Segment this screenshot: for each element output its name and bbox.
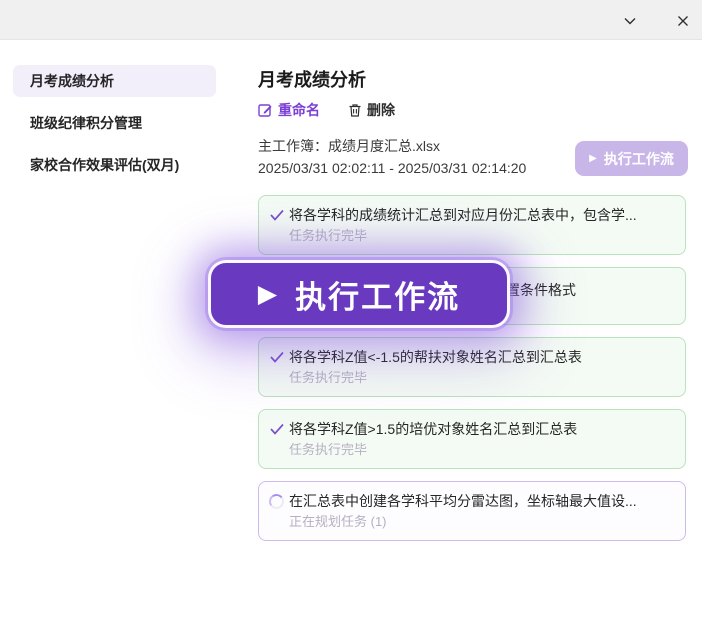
sidebar-item-class-discipline-points[interactable]: 班级纪律积分管理 xyxy=(13,107,216,139)
sidebar-item-home-school-evaluation[interactable]: 家校合作效果评估(双月) xyxy=(13,149,216,181)
spinner-icon xyxy=(264,491,289,509)
task-status: 任务执行完毕 xyxy=(289,227,673,245)
play-icon: ▶ xyxy=(258,279,277,309)
check-icon xyxy=(264,347,289,364)
task-card-4[interactable]: 将各学科Z值>1.5的培优对象姓名汇总到汇总表 任务执行完毕 xyxy=(258,409,686,469)
task-status: 任务执行完毕 xyxy=(289,369,673,387)
task-card-3[interactable]: 将各学科Z值<-1.5的帮扶对象姓名汇总到汇总表 任务执行完毕 xyxy=(258,337,686,397)
run-workflow-button[interactable]: ▶ 执行工作流 xyxy=(575,141,688,176)
close-button[interactable] xyxy=(668,6,698,36)
task-status: 任务执行完毕 xyxy=(289,441,673,459)
sidebar-item-label: 班级纪律积分管理 xyxy=(30,113,142,133)
chevron-down-icon xyxy=(622,13,638,29)
edit-icon xyxy=(258,103,273,118)
task-list: 将各学科的成绩统计汇总到对应月份汇总表中，包含学... 任务执行完毕 置条件格式… xyxy=(258,195,686,553)
task-text: 置条件格式 xyxy=(506,280,576,301)
delete-button[interactable]: 删除 xyxy=(348,100,395,120)
sidebar-item-label: 家校合作效果评估(双月) xyxy=(30,155,179,175)
run-workflow-label: 执行工作流 xyxy=(604,149,674,169)
collapse-button[interactable] xyxy=(615,6,645,36)
task-status: 正在规划任务 (1) xyxy=(289,513,673,531)
task-text: 在汇总表中创建各学科平均分雷达图，坐标轴最大值设... xyxy=(289,491,637,512)
check-icon xyxy=(264,419,289,436)
trash-icon xyxy=(348,103,362,118)
check-icon xyxy=(264,205,289,222)
close-icon xyxy=(675,13,691,29)
workflow-meta: 主工作簿：成绩月度汇总.xlsx 2025/03/31 02:02:11 - 2… xyxy=(258,135,526,179)
task-card-1[interactable]: 将各学科的成绩统计汇总到对应月份汇总表中，包含学... 任务执行完毕 xyxy=(258,195,686,255)
task-card-5[interactable]: 在汇总表中创建各学科平均分雷达图，坐标轴最大值设... 正在规划任务 (1) xyxy=(258,481,686,541)
sidebar-item-label: 月考成绩分析 xyxy=(30,71,114,91)
workbook-line: 主工作簿：成绩月度汇总.xlsx xyxy=(258,135,526,157)
delete-label: 删除 xyxy=(367,100,395,120)
play-icon: ▶ xyxy=(589,154,597,164)
run-workflow-overlay-button[interactable]: ▶ 执行工作流 xyxy=(208,260,510,328)
task-text: 将各学科的成绩统计汇总到对应月份汇总表中，包含学... xyxy=(289,205,637,226)
rename-button[interactable]: 重命名 xyxy=(258,100,320,120)
task-text: 将各学科Z值<-1.5的帮扶对象姓名汇总到汇总表 xyxy=(289,347,582,368)
rename-label: 重命名 xyxy=(278,100,320,120)
run-time-range: 2025/03/31 02:02:11 - 2025/03/31 02:14:2… xyxy=(258,157,526,179)
run-workflow-overlay-label: 执行工作流 xyxy=(295,272,460,317)
workflow-actions: 重命名 删除 xyxy=(258,100,395,120)
titlebar xyxy=(0,0,702,40)
sidebar-item-monthly-exam-analysis[interactable]: 月考成绩分析 xyxy=(13,65,216,97)
workflow-sidebar: 月考成绩分析 班级纪律积分管理 家校合作效果评估(双月) xyxy=(13,65,216,191)
task-text: 将各学科Z值>1.5的培优对象姓名汇总到汇总表 xyxy=(289,419,577,440)
page-title: 月考成绩分析 xyxy=(258,66,366,92)
